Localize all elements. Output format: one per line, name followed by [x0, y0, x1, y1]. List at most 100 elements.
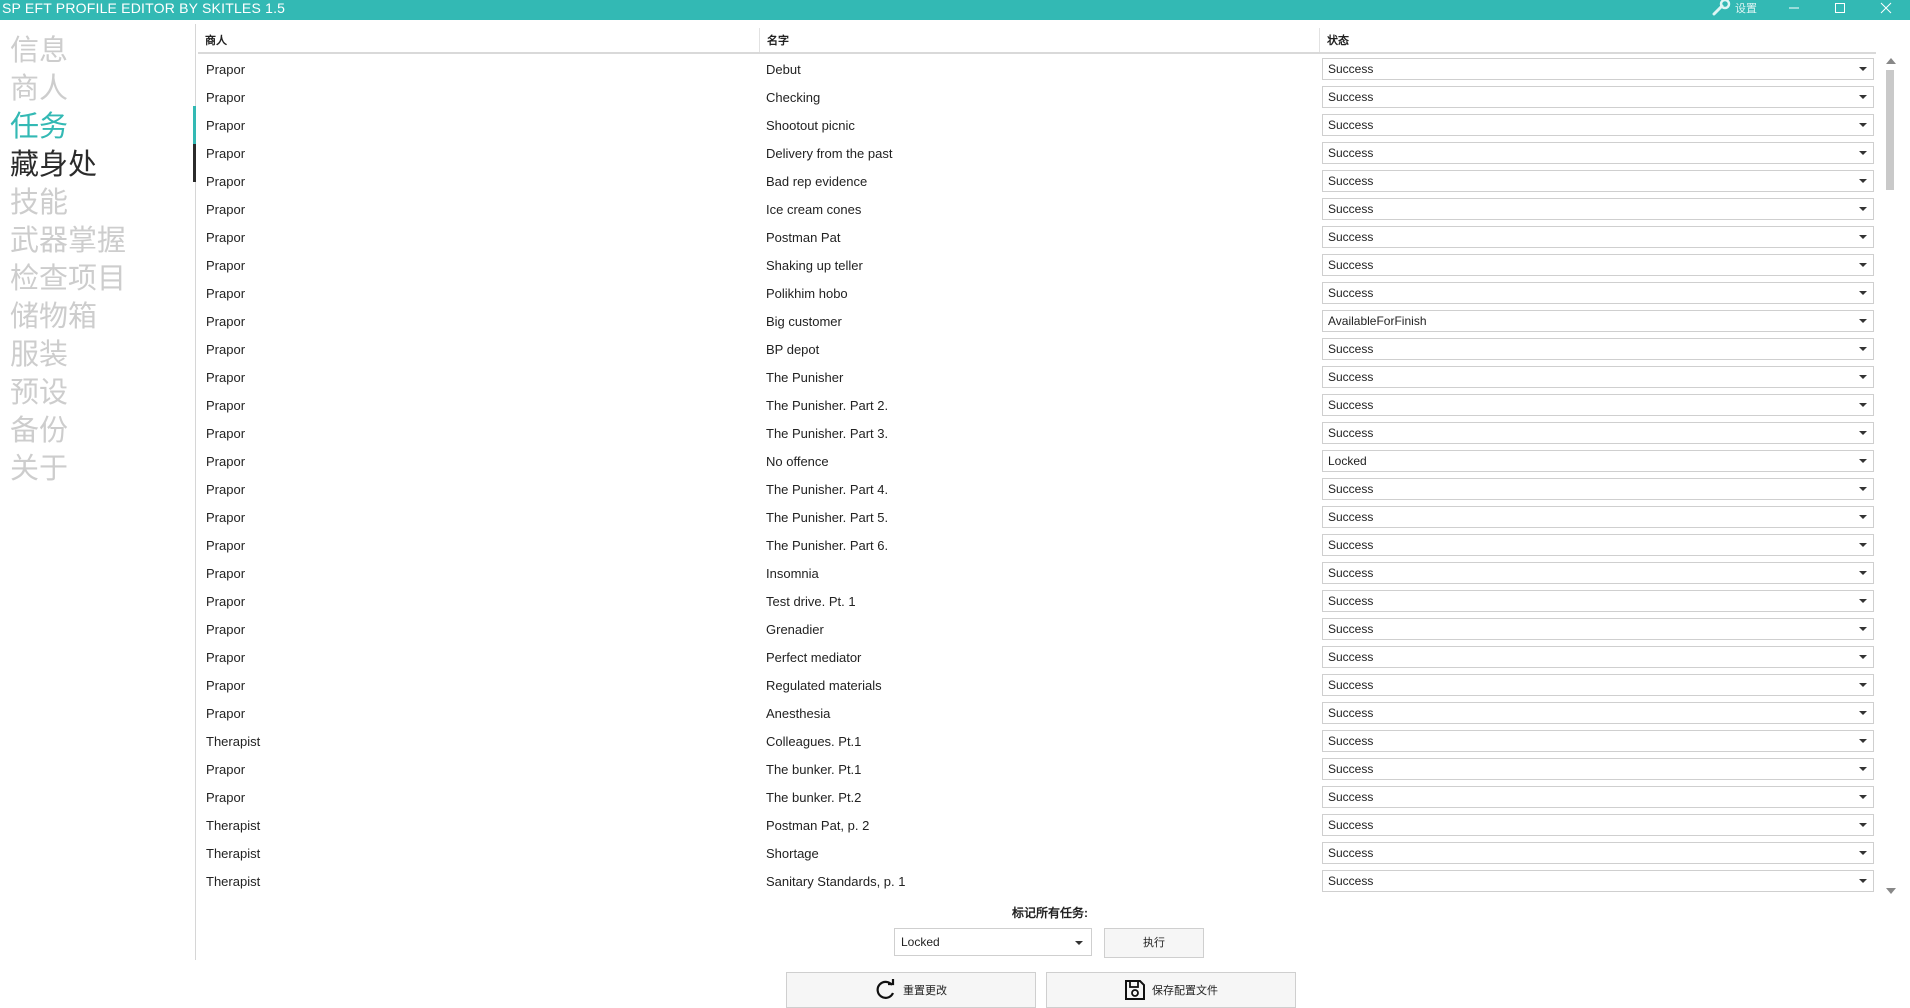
status-select[interactable]: Success	[1322, 226, 1874, 248]
column-header-name[interactable]: 名字	[760, 32, 789, 50]
status-select[interactable]: Success	[1322, 730, 1874, 752]
nav-info[interactable]: 信息	[10, 32, 68, 68]
nav-traders[interactable]: 商人	[10, 70, 68, 106]
status-select[interactable]: Success	[1322, 394, 1874, 416]
status-select[interactable]: Success	[1322, 338, 1874, 360]
table-row[interactable]: Prapor Grenadier Success	[198, 616, 1876, 644]
table-row[interactable]: Prapor BP depot Success	[198, 336, 1876, 364]
cell-trader: Prapor	[206, 650, 246, 665]
execute-button[interactable]: 执行	[1104, 928, 1204, 958]
status-select[interactable]: Success	[1322, 86, 1874, 108]
table-row[interactable]: Prapor The Punisher. Part 3. Success	[198, 420, 1876, 448]
mark-all-status-select[interactable]: Locked	[894, 928, 1092, 956]
scroll-up-arrow-icon[interactable]	[1886, 58, 1896, 64]
nav-skills[interactable]: 技能	[10, 184, 68, 220]
nav-examined-items[interactable]: 检查项目	[10, 260, 126, 296]
status-value: Success	[1328, 538, 1374, 552]
column-header-trader[interactable]: 商人	[198, 32, 227, 50]
table-row[interactable]: Therapist Postman Pat, p. 2 Success	[198, 812, 1876, 840]
cell-trader: Prapor	[206, 426, 246, 441]
table-row[interactable]: Prapor Checking Success	[198, 84, 1876, 112]
status-value: Success	[1328, 118, 1374, 132]
status-select[interactable]: Success	[1322, 198, 1874, 220]
table-row[interactable]: Prapor Postman Pat Success	[198, 224, 1876, 252]
nav-hideout[interactable]: 藏身处	[10, 146, 97, 182]
cell-quest-name: Shortage	[766, 846, 819, 861]
cell-trader: Prapor	[206, 62, 246, 77]
table-row[interactable]: Prapor The Punisher. Part 4. Success	[198, 476, 1876, 504]
table-row[interactable]: Prapor Perfect mediator Success	[198, 644, 1876, 672]
table-scrollbar[interactable]	[1884, 56, 1896, 896]
table-row[interactable]: Prapor Shootout picnic Success	[198, 112, 1876, 140]
save-icon	[1125, 980, 1145, 1000]
nav-presets[interactable]: 预设	[10, 374, 68, 410]
status-select[interactable]: Success	[1322, 478, 1874, 500]
status-select[interactable]: Success	[1322, 142, 1874, 164]
table-row[interactable]: Prapor Regulated materials Success	[198, 672, 1876, 700]
table-row[interactable]: Therapist Sanitary Standards, p. 1 Success	[198, 868, 1876, 896]
nav-about[interactable]: 关于	[10, 450, 68, 486]
chevron-down-icon	[1859, 795, 1867, 799]
settings-button[interactable]: 设置	[1712, 0, 1757, 16]
table-row[interactable]: Prapor Polikhim hobo Success	[198, 280, 1876, 308]
status-select[interactable]: Locked	[1322, 450, 1874, 472]
nav-weapon-mastery[interactable]: 武器掌握	[10, 222, 126, 258]
nav-stash[interactable]: 储物箱	[10, 298, 97, 334]
maximize-button[interactable]	[1818, 0, 1862, 16]
table-row[interactable]: Prapor The Punisher Success	[198, 364, 1876, 392]
table-row[interactable]: Prapor The Punisher. Part 2. Success	[198, 392, 1876, 420]
table-row[interactable]: Prapor No offence Locked	[198, 448, 1876, 476]
status-select[interactable]: Success	[1322, 870, 1874, 892]
status-select[interactable]: Success	[1322, 590, 1874, 612]
nav-clothing[interactable]: 服装	[10, 336, 68, 372]
status-select[interactable]: Success	[1322, 702, 1874, 724]
nav-backups[interactable]: 备份	[10, 412, 68, 448]
table-row[interactable]: Prapor Anesthesia Success	[198, 700, 1876, 728]
table-row[interactable]: Prapor Debut Success	[198, 56, 1876, 84]
reset-changes-label: 重置更改	[903, 985, 947, 997]
status-select[interactable]: Success	[1322, 618, 1874, 640]
status-select[interactable]: Success	[1322, 170, 1874, 192]
table-row[interactable]: Prapor The bunker. Pt.1 Success	[198, 756, 1876, 784]
status-select[interactable]: Success	[1322, 758, 1874, 780]
status-select[interactable]: Success	[1322, 786, 1874, 808]
status-select[interactable]: Success	[1322, 506, 1874, 528]
reset-changes-button[interactable]: 重置更改	[786, 972, 1036, 1008]
column-header-status[interactable]: 状态	[1320, 32, 1349, 50]
close-button[interactable]	[1864, 0, 1908, 16]
status-select[interactable]: Success	[1322, 114, 1874, 136]
table-row[interactable]: Prapor Delivery from the past Success	[198, 140, 1876, 168]
table-row[interactable]: Therapist Shortage Success	[198, 840, 1876, 868]
chevron-down-icon	[1859, 431, 1867, 435]
table-row[interactable]: Prapor Big customer AvailableForFinish	[198, 308, 1876, 336]
nav-quests[interactable]: 任务	[10, 108, 68, 144]
status-select[interactable]: Success	[1322, 646, 1874, 668]
status-select[interactable]: Success	[1322, 254, 1874, 276]
table-row[interactable]: Prapor Shaking up teller Success	[198, 252, 1876, 280]
status-select[interactable]: Success	[1322, 674, 1874, 696]
table-row[interactable]: Prapor Ice cream cones Success	[198, 196, 1876, 224]
cell-trader: Prapor	[206, 230, 246, 245]
status-select[interactable]: Success	[1322, 282, 1874, 304]
status-select[interactable]: Success	[1322, 58, 1874, 80]
table-row[interactable]: Prapor The bunker. Pt.2 Success	[198, 784, 1876, 812]
save-profile-button[interactable]: 保存配置文件	[1046, 972, 1296, 1008]
scroll-down-arrow-icon[interactable]	[1886, 888, 1896, 894]
status-select[interactable]: AvailableForFinish	[1322, 310, 1874, 332]
status-select[interactable]: Success	[1322, 814, 1874, 836]
table-row[interactable]: Prapor The Punisher. Part 6. Success	[198, 532, 1876, 560]
status-select[interactable]: Success	[1322, 842, 1874, 864]
status-select[interactable]: Success	[1322, 422, 1874, 444]
table-row[interactable]: Prapor Bad rep evidence Success	[198, 168, 1876, 196]
status-select[interactable]: Success	[1322, 366, 1874, 388]
status-select[interactable]: Success	[1322, 562, 1874, 584]
status-select[interactable]: Success	[1322, 534, 1874, 556]
table-row[interactable]: Prapor Test drive. Pt. 1 Success	[198, 588, 1876, 616]
table-row[interactable]: Prapor Insomnia Success	[198, 560, 1876, 588]
table-row[interactable]: Therapist Colleagues. Pt.1 Success	[198, 728, 1876, 756]
scrollbar-thumb[interactable]	[1886, 70, 1894, 190]
minimize-button[interactable]	[1772, 0, 1816, 16]
cell-trader: Prapor	[206, 706, 246, 721]
status-value: Success	[1328, 426, 1374, 440]
table-row[interactable]: Prapor The Punisher. Part 5. Success	[198, 504, 1876, 532]
